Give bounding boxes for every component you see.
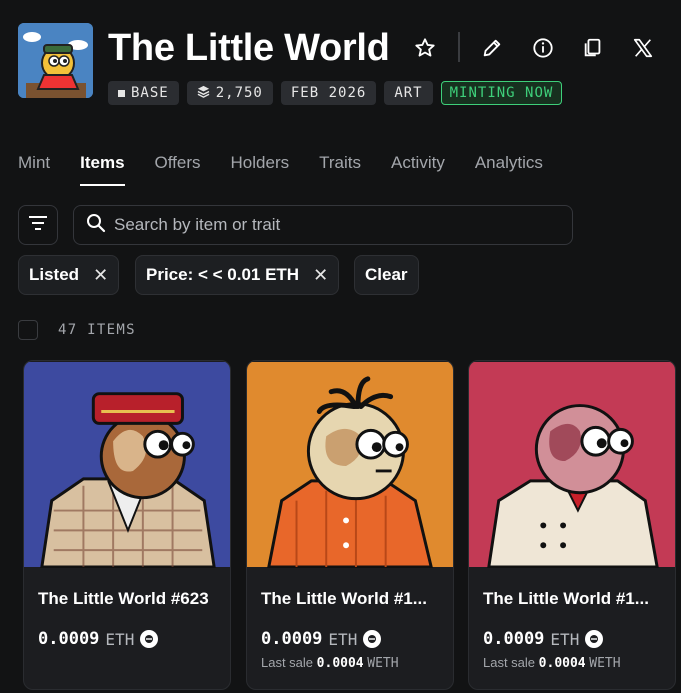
header-divider	[458, 32, 460, 62]
tab-items[interactable]: Items	[80, 150, 125, 186]
last-sale: Last sale 0.0004 WETH	[483, 655, 621, 671]
collection-title: The Little World	[108, 27, 390, 69]
item-card[interactable]: The Little World #623 0.0009 ETH	[23, 360, 231, 690]
last-sale-unit: WETH	[589, 656, 621, 671]
date-badge: FEB 2026	[280, 81, 377, 105]
price-unit: ETH	[105, 629, 135, 649]
search-icon	[86, 213, 106, 238]
chip-label: Price: < < 0.01 ETH	[146, 265, 300, 284]
nft-image	[24, 361, 230, 568]
base-chain-icon	[140, 630, 159, 648]
item-name: The Little World #1...	[261, 589, 427, 608]
x-logo-icon[interactable]	[628, 33, 658, 63]
star-icon[interactable]	[410, 33, 440, 63]
item-name: The Little World #1...	[483, 589, 649, 608]
tab-traits[interactable]: Traits	[319, 150, 361, 186]
collection-tabs: Mint Items Offers Holders Traits Activit…	[18, 150, 573, 186]
category-badge: ART	[384, 81, 433, 105]
close-icon[interactable]: ✕	[313, 265, 328, 286]
copy-icon[interactable]	[578, 33, 608, 63]
nft-image	[469, 361, 675, 568]
last-sale-unit: WETH	[367, 656, 399, 671]
item-card[interactable]: The Little World #1... 0.0009 ETH Last s…	[468, 360, 676, 690]
base-chain-icon	[118, 89, 125, 97]
price-row: 0.0009 ETH	[261, 629, 382, 649]
collection-avatar	[18, 23, 93, 98]
results-header: 47 ITEMS	[18, 320, 136, 340]
search-input[interactable]: Search by item or trait	[73, 205, 573, 245]
last-sale-label: Last sale	[483, 655, 536, 670]
clear-label: Clear	[365, 265, 408, 284]
select-all-checkbox[interactable]	[18, 320, 38, 340]
search-placeholder: Search by item or trait	[114, 215, 281, 234]
base-chain-icon	[585, 630, 604, 648]
item-name: The Little World #623	[38, 589, 209, 608]
price-unit: ETH	[550, 629, 580, 649]
last-sale: Last sale 0.0004 WETH	[261, 655, 399, 671]
price-row: 0.0009 ETH	[38, 629, 159, 649]
filter-chip-price[interactable]: Price: < < 0.01 ETH ✕	[135, 255, 340, 295]
supply-label: 2,750	[215, 85, 263, 101]
item-price: 0.0009	[261, 629, 323, 649]
tab-holders[interactable]: Holders	[231, 150, 290, 186]
tab-offers[interactable]: Offers	[155, 150, 201, 186]
tab-activity[interactable]: Activity	[391, 150, 445, 186]
tab-mint[interactable]: Mint	[18, 150, 50, 186]
item-count: 47 ITEMS	[58, 322, 136, 338]
last-sale-value: 0.0004	[316, 656, 364, 671]
info-icon[interactable]	[528, 33, 558, 63]
status-badge: MINTING NOW	[440, 81, 563, 105]
supply-badge: 2,750	[186, 81, 273, 105]
tab-analytics[interactable]: Analytics	[475, 150, 543, 186]
price-row: 0.0009 ETH	[483, 629, 604, 649]
chain-label: BASE	[131, 85, 169, 101]
nft-image	[247, 361, 453, 568]
chip-label: Listed	[29, 265, 80, 284]
item-price: 0.0009	[483, 629, 545, 649]
item-price: 0.0009	[38, 629, 100, 649]
pencil-icon[interactable]	[477, 33, 507, 63]
close-icon[interactable]: ✕	[93, 265, 108, 286]
last-sale-label: Last sale	[261, 655, 314, 670]
clear-filters-button[interactable]: Clear	[354, 255, 419, 295]
price-unit: ETH	[328, 629, 358, 649]
base-chain-icon	[363, 630, 382, 648]
item-card[interactable]: The Little World #1... 0.0009 ETH Last s…	[246, 360, 454, 690]
filter-chip-listed[interactable]: Listed ✕	[18, 255, 120, 295]
layers-icon	[197, 85, 210, 102]
collection-badges: BASE 2,750 FEB 2026 ART MINTING NOW	[108, 81, 563, 105]
last-sale-value: 0.0004	[538, 656, 586, 671]
chain-badge: BASE	[108, 81, 179, 105]
filter-button[interactable]	[18, 205, 58, 245]
filter-icon	[28, 215, 48, 236]
